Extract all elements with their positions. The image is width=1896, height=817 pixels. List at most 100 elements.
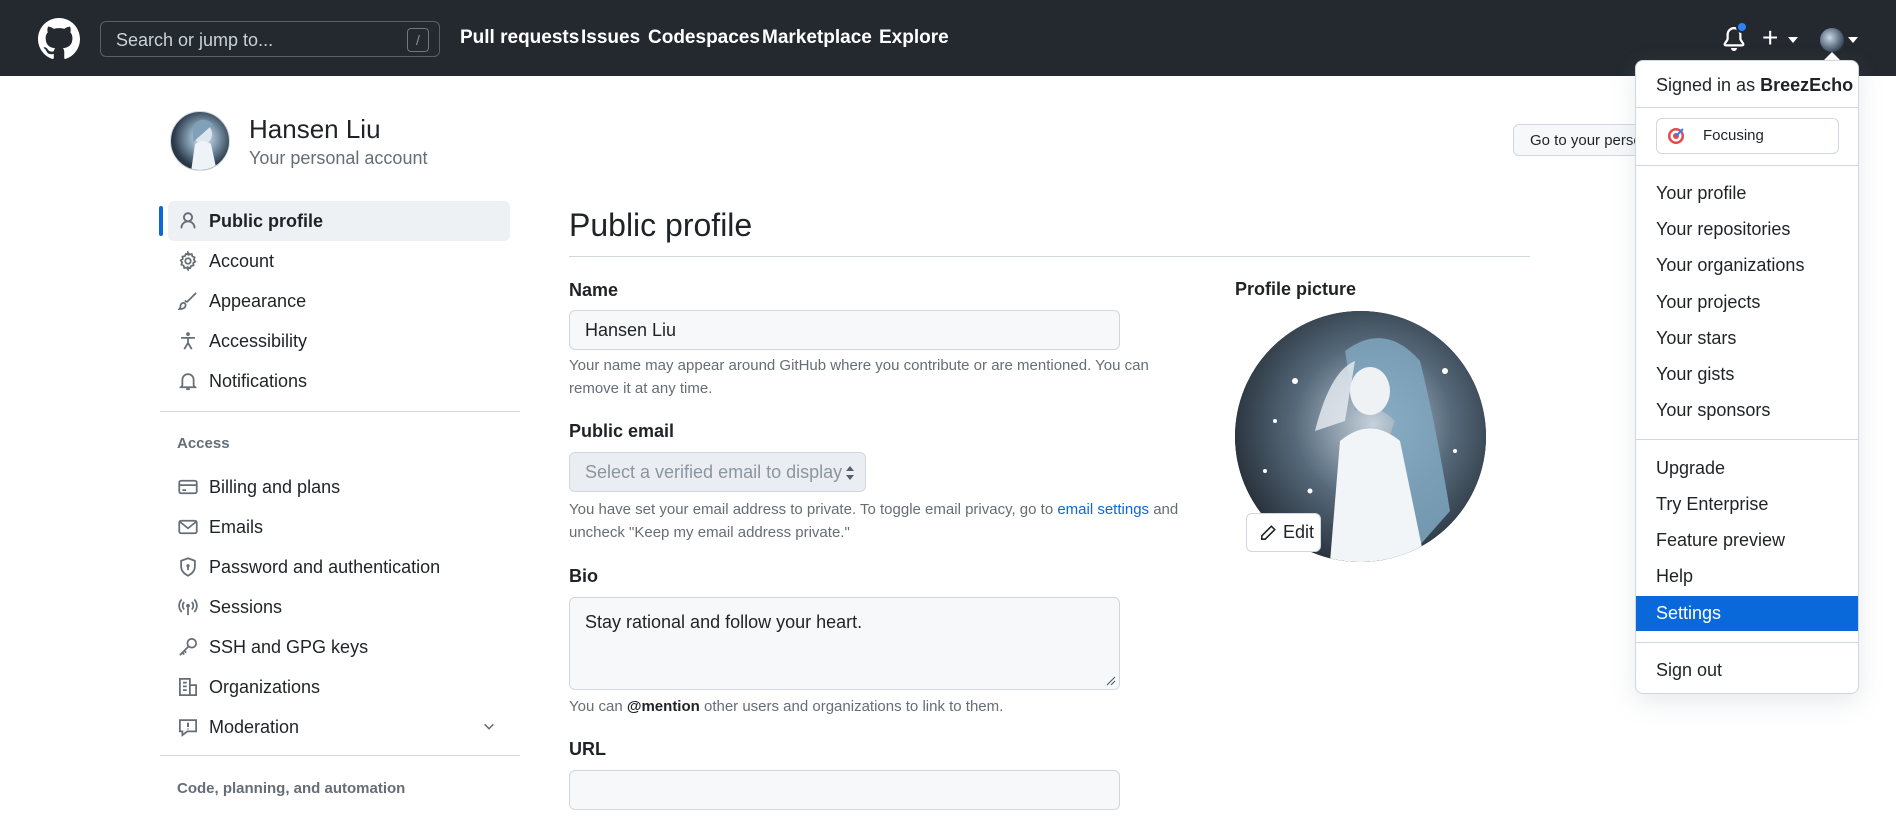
email-help-line: uncheck "Keep my email address private." <box>569 524 850 541</box>
bio-help-text-a: You can <box>569 698 627 715</box>
sidebar-item-label: Emails <box>209 517 264 537</box>
sidebar-item-label: Sessions <box>209 597 283 617</box>
signed-in-as: Signed in as BreezEcho <box>1656 75 1853 96</box>
profile-picture-label: Profile picture <box>1235 279 1357 299</box>
sidebar-item-emails[interactable]: Emails <box>168 507 510 547</box>
menu-upgrade[interactable]: Upgrade <box>1636 451 1858 486</box>
status-text: Focusing <box>1703 127 1764 144</box>
email-settings-link[interactable]: email settings <box>1057 501 1149 518</box>
sidebar-item-account[interactable]: Account <box>168 241 510 281</box>
name-help-line: Your name may appear around GitHub where… <box>569 357 1149 374</box>
resize-handle-icon[interactable] <box>1106 676 1116 686</box>
sidebar-item-label: Notifications <box>209 371 308 391</box>
person-icon <box>180 212 196 229</box>
sidebar-item-password[interactable]: Password and authentication <box>168 547 510 587</box>
sidebar-item-label: SSH and GPG keys <box>209 637 369 657</box>
edit-profile-picture-button[interactable]: Edit <box>1246 513 1321 552</box>
set-status-button[interactable]: Focusing <box>1656 118 1839 154</box>
search-placeholder: Search or jump to... <box>116 30 274 50</box>
search-input[interactable]: Search or jump to... / <box>100 21 440 57</box>
user-menu-dropdown: Signed in as BreezEcho Focusing Your pro… <box>1635 60 1859 694</box>
menu-your-stars[interactable]: Your stars <box>1636 321 1858 356</box>
sidebar-item-label: Moderation <box>209 717 300 737</box>
create-caret-icon[interactable] <box>1788 37 1798 43</box>
account-name: Hansen Liu <box>249 114 381 144</box>
menu-try-enterprise[interactable]: Try Enterprise <box>1636 487 1858 522</box>
menu-feature-preview[interactable]: Feature preview <box>1636 523 1858 558</box>
accessibility-icon <box>181 332 195 350</box>
sidebar-heading-access: Access <box>177 435 230 452</box>
email-help-line: You have set your email address to priva… <box>569 498 1199 521</box>
paintbrush-icon <box>178 292 197 311</box>
nav-issues[interactable]: Issues <box>581 27 640 49</box>
go-to-personal-profile-button[interactable]: Go to your personal profile <box>1513 124 1643 156</box>
sidebar-heading-code-planning: Code, planning, and automation <box>177 780 406 797</box>
nav-codespaces[interactable]: Codespaces <box>648 27 760 49</box>
name-label: Name <box>569 280 619 300</box>
menu-help[interactable]: Help <box>1636 559 1858 594</box>
sidebar-item-ssh-keys[interactable]: SSH and GPG keys <box>168 627 510 667</box>
notification-unread-dot <box>1736 21 1748 33</box>
nav-pull-requests[interactable]: Pull requests <box>460 27 579 49</box>
search-shortcut-hint: / <box>407 28 429 52</box>
sidebar-item-sessions[interactable]: Sessions <box>168 587 510 627</box>
sidebar-divider <box>160 411 520 412</box>
sidebar-item-notifications[interactable]: Notifications <box>168 361 510 401</box>
key-icon <box>179 638 197 656</box>
dropdown-divider <box>1636 165 1858 166</box>
mention-text: @mention <box>626 698 700 715</box>
email-help-text-a: You have set your email address to priva… <box>569 501 1058 518</box>
sidebar-item-label: Organizations <box>209 677 321 697</box>
sidebar-item-appearance[interactable]: Appearance <box>168 281 510 321</box>
select-arrows-icon <box>846 466 854 480</box>
menu-your-sponsors[interactable]: Your sponsors <box>1636 393 1858 428</box>
bio-help-text: You can @mention other users and organiz… <box>569 695 1199 718</box>
sidebar-item-label: Appearance <box>209 291 307 311</box>
bio-value: Stay rational and follow your heart. <box>585 612 863 632</box>
gear-icon <box>179 251 197 271</box>
account-avatar <box>170 111 230 171</box>
sidebar-item-label: Public profile <box>209 211 324 231</box>
dart-target-icon <box>1668 128 1684 144</box>
sidebar-item-accessibility[interactable]: Accessibility <box>168 321 510 361</box>
menu-settings[interactable]: Settings <box>1636 596 1858 631</box>
pencil-icon <box>1261 524 1276 540</box>
sidebar-item-label: Accessibility <box>209 331 308 351</box>
menu-your-projects[interactable]: Your projects <box>1636 285 1858 320</box>
dropdown-divider <box>1636 107 1858 108</box>
sidebar-item-label: Billing and plans <box>209 477 341 497</box>
email-help-text-b: and <box>1149 501 1179 518</box>
menu-your-profile[interactable]: Your profile <box>1636 176 1858 211</box>
sidebar-item-public-profile[interactable]: Public profile <box>168 201 510 241</box>
bio-label: Bio <box>569 566 598 586</box>
bio-textarea[interactable]: Stay rational and follow your heart. <box>569 597 1120 690</box>
dropdown-divider <box>1636 439 1858 440</box>
sidebar-item-moderation[interactable]: Moderation <box>168 707 510 747</box>
url-field[interactable] <box>569 770 1120 810</box>
dropdown-divider <box>1636 642 1858 643</box>
active-indicator <box>159 206 163 236</box>
sidebar-item-organizations[interactable]: Organizations <box>168 667 510 707</box>
chevron-down-icon[interactable] <box>482 719 496 733</box>
broadcast-icon <box>178 598 198 616</box>
edit-label: Edit <box>1283 522 1315 542</box>
nav-marketplace[interactable]: Marketplace <box>762 27 872 49</box>
signed-in-prefix: Signed in as <box>1656 75 1761 95</box>
sidebar-item-billing[interactable]: Billing and plans <box>168 467 510 507</box>
github-logo-icon[interactable] <box>38 18 80 60</box>
menu-your-gists[interactable]: Your gists <box>1636 357 1858 392</box>
menu-your-repositories[interactable]: Your repositories <box>1636 212 1858 247</box>
public-email-placeholder: Select a verified email to display <box>585 462 843 482</box>
name-field[interactable]: Hansen Liu <box>569 310 1120 350</box>
account-subtitle: Your personal account <box>249 148 428 168</box>
nav-explore[interactable]: Explore <box>879 27 949 49</box>
create-new-plus-icon[interactable]: + <box>1762 24 1778 52</box>
header-avatar[interactable] <box>1820 28 1844 52</box>
menu-your-organizations[interactable]: Your organizations <box>1636 248 1858 283</box>
avatar-caret-icon[interactable] <box>1848 37 1858 43</box>
url-label: URL <box>569 739 606 759</box>
sidebar-item-label: Account <box>209 251 275 271</box>
global-header: Search or jump to... / Pull requests Iss… <box>0 0 1896 76</box>
menu-sign-out[interactable]: Sign out <box>1636 653 1858 688</box>
public-email-select[interactable]: Select a verified email to display <box>569 452 866 492</box>
